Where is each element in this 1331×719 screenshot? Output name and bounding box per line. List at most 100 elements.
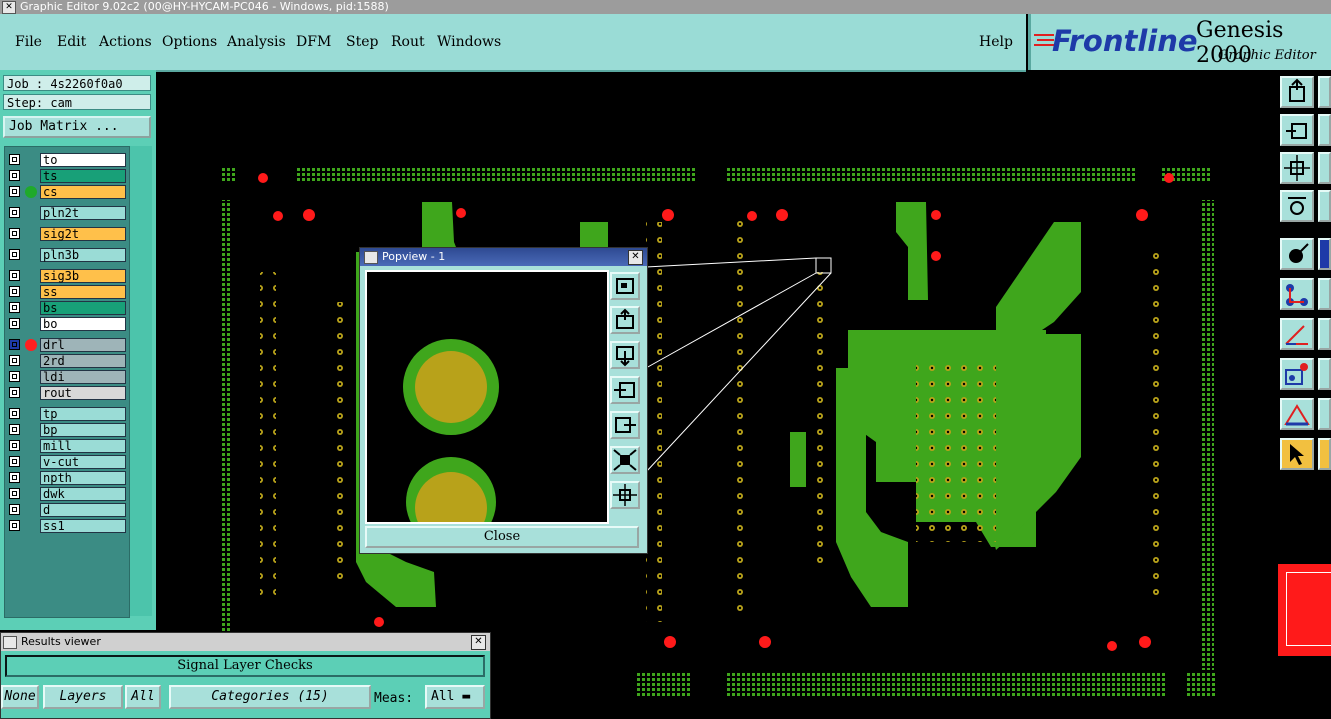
line-tool-button[interactable]	[1280, 318, 1314, 350]
layer-checkbox[interactable]	[9, 286, 20, 297]
layer-checkbox[interactable]	[9, 520, 20, 531]
layer-checkbox[interactable]	[9, 424, 20, 435]
layer-name[interactable]: bs	[40, 301, 126, 315]
layer-name[interactable]: bp	[40, 423, 126, 437]
layer-checkbox[interactable]	[9, 339, 20, 350]
layer-checkbox[interactable]	[9, 387, 20, 398]
layer-name[interactable]: 2rd	[40, 354, 126, 368]
layer-name[interactable]: npth	[40, 471, 126, 485]
board-edge-strip	[726, 672, 1166, 696]
menu-help[interactable]: Help	[979, 34, 1013, 50]
close-icon[interactable]: ✕	[628, 250, 643, 265]
layer-checkbox[interactable]	[9, 371, 20, 382]
pan-down-icon	[616, 346, 634, 367]
toolbar-overflow-button[interactable]	[1318, 114, 1331, 146]
toolbar-overflow-button[interactable]	[1318, 318, 1331, 350]
layer-name[interactable]: to	[40, 153, 126, 167]
zoom-home-button[interactable]	[1280, 76, 1314, 108]
layer-checkbox[interactable]	[9, 456, 20, 467]
menu-rout[interactable]: Rout	[391, 34, 425, 50]
menu-step[interactable]: Step	[346, 34, 378, 50]
layer-checkbox[interactable]	[9, 488, 20, 499]
popview-zoom-out-button[interactable]	[610, 481, 640, 509]
pcb-canvas[interactable]	[156, 72, 1277, 717]
measure-button[interactable]	[1280, 398, 1314, 430]
layer-name[interactable]: drl	[40, 338, 126, 352]
layer-name[interactable]: bo	[40, 317, 126, 331]
fit-view-button[interactable]	[1280, 152, 1314, 184]
layer-name[interactable]: sig3b	[40, 269, 126, 283]
layer-checkbox[interactable]	[9, 249, 20, 260]
layer-checkbox[interactable]	[9, 170, 20, 181]
menu-file[interactable]: File	[15, 34, 42, 50]
none-button[interactable]: None	[1, 685, 39, 709]
layer-name[interactable]: ss1	[40, 519, 126, 533]
layer-name[interactable]: v-cut	[40, 455, 126, 469]
layer-name[interactable]: cs	[40, 185, 126, 199]
layer-checkbox[interactable]	[9, 186, 20, 197]
meas-select[interactable]: All ▬	[425, 685, 485, 709]
layer-checkbox[interactable]	[9, 270, 20, 281]
net-tool-button[interactable]	[1280, 278, 1314, 310]
pad-tool-button[interactable]	[1280, 238, 1314, 270]
pan-left-button[interactable]	[1280, 114, 1314, 146]
select-feature-button[interactable]	[1280, 358, 1314, 390]
menu-options[interactable]: Options	[162, 34, 217, 50]
layer-name[interactable]: ss	[40, 285, 126, 299]
layer-checkbox[interactable]	[9, 355, 20, 366]
layer-checkbox[interactable]	[9, 318, 20, 329]
toolbar-overflow-button[interactable]	[1318, 278, 1331, 310]
layer-name[interactable]: tp	[40, 407, 126, 421]
layer-checkbox[interactable]	[9, 472, 20, 483]
layer-checkbox[interactable]	[9, 154, 20, 165]
toolbar-overflow-button[interactable]	[1318, 238, 1331, 270]
layer-name[interactable]: rout	[40, 386, 126, 400]
all-button[interactable]: All	[125, 685, 161, 709]
menu-analysis[interactable]: Analysis	[227, 34, 286, 50]
toolbar-overflow-button[interactable]	[1318, 190, 1331, 222]
window-menu-icon[interactable]	[364, 251, 378, 264]
layer-name[interactable]: d	[40, 503, 126, 517]
layer-name[interactable]: pln3b	[40, 248, 126, 262]
layer-checkbox[interactable]	[9, 504, 20, 515]
job-matrix-button[interactable]: Job Matrix ...	[3, 116, 151, 138]
layer-checkbox[interactable]	[9, 302, 20, 313]
toolbar-overflow-button[interactable]	[1318, 358, 1331, 390]
view-settings-button[interactable]	[1280, 190, 1314, 222]
layer-list-scrollbar[interactable]	[130, 146, 152, 616]
menu-edit[interactable]: Edit	[57, 34, 86, 50]
popview-close-button[interactable]: Close	[365, 526, 639, 548]
popview-pan-left-button[interactable]	[610, 376, 640, 404]
close-icon[interactable]: ✕	[2, 1, 16, 14]
toolbar-overflow-button[interactable]	[1318, 398, 1331, 430]
layer-checkbox[interactable]	[9, 408, 20, 419]
layer-name[interactable]: dwk	[40, 487, 126, 501]
toolbar-overflow-button[interactable]	[1318, 152, 1331, 184]
popview-pan-up-button[interactable]	[610, 306, 640, 334]
layers-button[interactable]: Layers	[43, 685, 123, 709]
layer-checkbox[interactable]	[9, 228, 20, 239]
menu-dfm[interactable]: DFM	[296, 34, 331, 50]
layer-name[interactable]: ldi	[40, 370, 126, 384]
categories-button[interactable]: Categories (15)	[169, 685, 371, 709]
layer-name[interactable]: mill	[40, 439, 126, 453]
layer-name[interactable]: ts	[40, 169, 126, 183]
popview-zoom-fit-button[interactable]	[610, 272, 640, 300]
menu-actions[interactable]: Actions	[99, 34, 152, 50]
popview-viewport[interactable]	[365, 270, 609, 524]
results-viewer-title-bar[interactable]: Results viewer	[1, 633, 490, 651]
layer-checkbox[interactable]	[9, 207, 20, 218]
toolbar-overflow-button[interactable]	[1318, 76, 1331, 108]
menu-windows[interactable]: Windows	[437, 34, 501, 50]
popview-pan-right-button[interactable]	[610, 411, 640, 439]
popview-title-bar[interactable]: Popview - 1	[360, 248, 647, 266]
popview-pan-down-button[interactable]	[610, 341, 640, 369]
close-icon[interactable]: ✕	[471, 635, 486, 650]
layer-checkbox[interactable]	[9, 440, 20, 451]
popview-zoom-in-button[interactable]	[610, 446, 640, 474]
toolbar-overflow-button[interactable]	[1318, 438, 1331, 470]
layer-name[interactable]: pln2t	[40, 206, 126, 220]
window-menu-icon[interactable]	[3, 636, 17, 649]
pointer-tool-button[interactable]	[1280, 438, 1314, 470]
layer-name[interactable]: sig2t	[40, 227, 126, 241]
